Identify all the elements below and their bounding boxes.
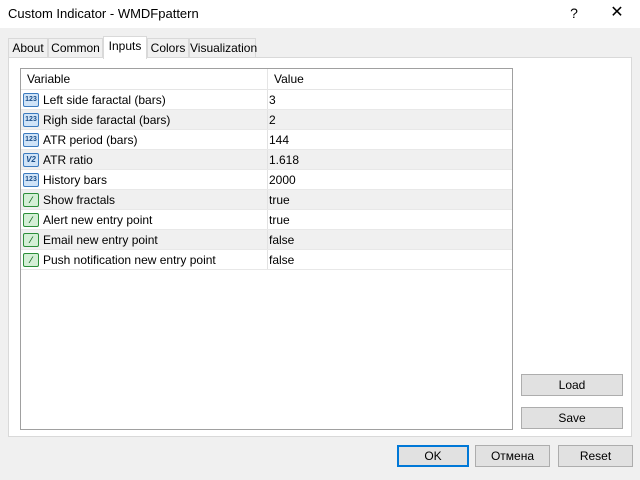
variable-label: Righ side faractal (bars) (43, 113, 171, 127)
close-button[interactable]: ✕ (600, 0, 634, 28)
variable-label: History bars (43, 173, 108, 187)
table-row[interactable]: ⁄ Alert new entry point true (21, 210, 512, 230)
variable-label: Left side faractal (bars) (43, 93, 166, 107)
save-button[interactable]: Save (521, 407, 623, 429)
variable-label: Alert new entry point (43, 213, 153, 227)
value-cell[interactable]: 2000 (268, 170, 512, 189)
value-cell[interactable]: true (268, 190, 512, 209)
grid-header: Variable Value (21, 69, 512, 90)
bool-icon: ⁄ (23, 233, 39, 247)
table-row[interactable]: 123 ATR period (bars) 144 (21, 130, 512, 150)
tab-visualization[interactable]: Visualization (189, 38, 257, 57)
value-cell[interactable]: false (268, 250, 512, 269)
value-cell[interactable]: true (268, 210, 512, 229)
value-cell[interactable]: 144 (268, 130, 512, 149)
tab-about[interactable]: About (8, 38, 48, 57)
int-icon: 123 (23, 113, 39, 127)
help-button[interactable]: ? (560, 0, 588, 28)
title-bar: Custom Indicator - WMDFpattern ? ✕ (0, 0, 640, 28)
variable-cell: 123 Righ side faractal (bars) (21, 110, 268, 129)
variable-cell: V2 ATR ratio (21, 150, 268, 169)
int-icon: 123 (23, 133, 39, 147)
int-icon: 123 (23, 173, 39, 187)
bool-icon: ⁄ (23, 213, 39, 227)
inputs-panel: Variable Value 123 Left side faractal (ba… (8, 57, 632, 437)
variable-label: Push notification new entry point (43, 253, 216, 267)
ok-button[interactable]: OK (397, 445, 469, 467)
variable-cell: ⁄ Alert new entry point (21, 210, 268, 229)
value-cell[interactable]: 2 (268, 110, 512, 129)
variable-cell: ⁄ Email new entry point (21, 230, 268, 249)
bool-icon: ⁄ (23, 253, 39, 267)
reset-button[interactable]: Reset (558, 445, 633, 467)
column-header-value[interactable]: Value (268, 69, 512, 89)
grid-body: 123 Left side faractal (bars) 3 123 Righ sid… (21, 90, 512, 270)
tab-inputs[interactable]: Inputs (103, 36, 147, 59)
value-cell[interactable]: 1.618 (268, 150, 512, 169)
variable-label: ATR period (bars) (43, 133, 138, 147)
value-cell[interactable]: 3 (268, 90, 512, 109)
table-row[interactable]: ⁄ Email new entry point false (21, 230, 512, 250)
value-cell[interactable]: false (268, 230, 512, 249)
table-row[interactable]: 123 Left side faractal (bars) 3 (21, 90, 512, 110)
variable-label: ATR ratio (43, 153, 93, 167)
window-title: Custom Indicator - WMDFpattern (8, 6, 199, 21)
cancel-button[interactable]: Отмена (475, 445, 550, 467)
table-row[interactable]: 123 History bars 2000 (21, 170, 512, 190)
inputs-grid: Variable Value 123 Left side faractal (ba… (20, 68, 513, 430)
table-row[interactable]: V2 ATR ratio 1.618 (21, 150, 512, 170)
variable-cell: 123 Left side faractal (bars) (21, 90, 268, 109)
variable-cell: 123 History bars (21, 170, 268, 189)
table-row[interactable]: ⁄ Show fractals true (21, 190, 512, 210)
bool-icon: ⁄ (23, 193, 39, 207)
int-icon: 123 (23, 93, 39, 107)
variable-cell: ⁄ Show fractals (21, 190, 268, 209)
variable-label: Show fractals (43, 193, 116, 207)
variable-label: Email new entry point (43, 233, 158, 247)
column-header-variable[interactable]: Variable (21, 69, 268, 89)
table-row[interactable]: ⁄ Push notification new entry point false (21, 250, 512, 270)
load-button[interactable]: Load (521, 374, 623, 396)
tab-colors[interactable]: Colors (147, 38, 189, 57)
variable-cell: ⁄ Push notification new entry point (21, 250, 268, 269)
tab-common[interactable]: Common (48, 38, 103, 57)
double-icon: V2 (23, 153, 39, 167)
table-row[interactable]: 123 Righ side faractal (bars) 2 (21, 110, 512, 130)
variable-cell: 123 ATR period (bars) (21, 130, 268, 149)
